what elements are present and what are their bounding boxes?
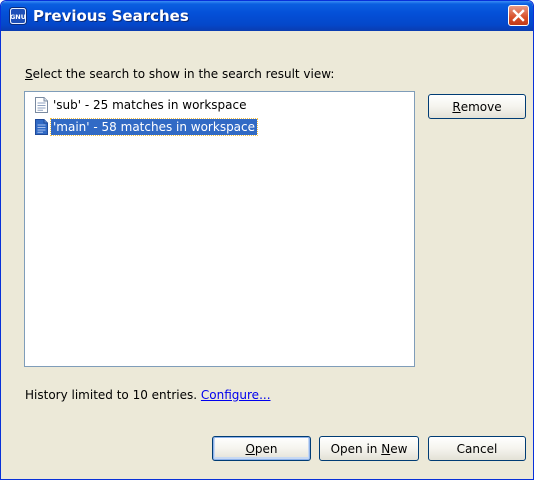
- instruction-text: elect the search to show in the search r…: [32, 67, 335, 81]
- remove-label: emove: [460, 99, 502, 114]
- open-mnemonic: O: [245, 441, 255, 456]
- close-button[interactable]: [508, 5, 529, 26]
- list-item-label: 'main' - 58 matches in workspace: [49, 118, 259, 136]
- document-icon: [35, 119, 48, 135]
- configure-link[interactable]: Configure...: [201, 388, 271, 402]
- open-in-new-label-pre: Open in: [330, 441, 382, 456]
- cancel-label: Cancel: [456, 441, 498, 456]
- cancel-button[interactable]: Cancel: [428, 436, 526, 461]
- open-in-new-label-rest: ew: [390, 441, 408, 456]
- svg-text:GNU: GNU: [10, 13, 26, 21]
- remove-button[interactable]: Remove: [428, 94, 526, 119]
- open-in-new-button[interactable]: Open in New: [319, 436, 419, 461]
- open-button[interactable]: Open: [212, 436, 311, 461]
- list-item[interactable]: 'sub' - 25 matches in workspace: [35, 96, 249, 114]
- list-item[interactable]: 'main' - 58 matches in workspace: [35, 118, 259, 136]
- instruction-mnemonic: S: [25, 67, 33, 81]
- open-in-new-mnemonic: N: [381, 441, 391, 456]
- close-icon: [512, 9, 525, 22]
- previous-searches-dialog: GNU Previous Searches Select the search …: [0, 0, 534, 480]
- instruction-label: Select the search to show in the search …: [25, 67, 334, 81]
- dialog-title: Previous Searches: [33, 7, 189, 25]
- history-text: History limited to 10 entries.: [25, 388, 198, 402]
- search-history-list[interactable]: 'sub' - 25 matches in workspace 'main' -…: [24, 91, 415, 367]
- history-note: History limited to 10 entries. Configure…: [25, 388, 271, 402]
- title-bar[interactable]: GNU Previous Searches: [1, 1, 533, 31]
- document-icon: [35, 97, 48, 113]
- open-label: pen: [254, 441, 278, 456]
- remove-mnemonic: R: [452, 99, 461, 114]
- gnu-icon: GNU: [9, 7, 27, 25]
- list-item-label: 'sub' - 25 matches in workspace: [53, 98, 247, 112]
